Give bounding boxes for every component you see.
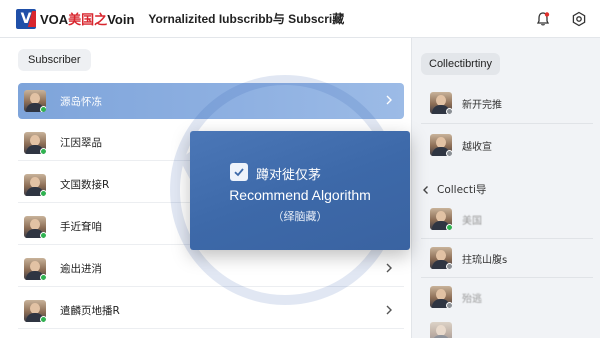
avatar	[24, 257, 46, 280]
collection-item[interactable]: 新开完推	[430, 90, 590, 116]
chevron-right-icon	[386, 95, 392, 105]
collection-panel: Collectibrtiny 新开完推 越收宣 Collecti导 美国 拄琉山…	[413, 38, 600, 338]
online-status-icon	[40, 189, 46, 196]
offline-status-icon	[446, 302, 452, 308]
avatar	[24, 173, 46, 196]
online-status-icon	[40, 231, 46, 238]
online-status-icon	[446, 224, 452, 230]
chevron-right-icon	[386, 305, 392, 315]
card-main-label: Recommend Algorithm	[229, 187, 371, 203]
subscriber-name: 手近耷咱	[60, 221, 102, 233]
logo-text: VOA美国之Voin	[40, 9, 134, 28]
settings-icon[interactable]	[570, 10, 588, 28]
online-status-icon	[40, 315, 46, 322]
recommend-checkbox[interactable]	[230, 163, 248, 181]
offline-status-icon	[446, 108, 452, 114]
divider	[421, 238, 593, 239]
recommend-algorithm-card[interactable]: 蹲对徙仅茅 Recommend Algorithm （绎脑藏）	[190, 131, 410, 250]
avatar	[24, 90, 46, 112]
voa-logo-mark: V	[16, 8, 36, 29]
avatar	[430, 208, 452, 230]
collection-item-label: 新开完推	[462, 99, 502, 111]
online-status-icon	[40, 106, 46, 112]
avatar	[430, 286, 452, 308]
subscriber-name: 源岛怀冻	[60, 95, 102, 108]
card-sub-label: （绎脑藏）	[272, 210, 328, 223]
collection-item-label: 美国	[462, 215, 482, 227]
divider	[421, 277, 593, 278]
online-status-icon	[40, 147, 46, 154]
bell-icon[interactable]	[534, 10, 552, 28]
offline-status-icon	[446, 150, 452, 156]
collection-item[interactable]: 美国	[430, 206, 590, 232]
offline-status-icon	[446, 263, 452, 269]
subscriber-name: 江因翠品	[60, 137, 102, 149]
chevron-right-icon	[386, 263, 392, 273]
collection-item[interactable]: 拄琉山腹s	[430, 245, 590, 271]
avatar	[430, 247, 452, 269]
logo-suffix: Voin	[107, 12, 135, 27]
online-status-icon	[40, 273, 46, 280]
collection-item[interactable]	[430, 320, 590, 338]
page-title: Yornalizited Iubscribb与 Subscri藏	[148, 12, 345, 26]
subscriber-row[interactable]: 逾出进消	[18, 251, 404, 287]
collection-section-label: Collectibrtiny	[421, 53, 500, 75]
divider	[421, 123, 593, 124]
logo-prefix: VOA	[40, 12, 69, 27]
avatar	[430, 134, 452, 156]
subscriber-name: 文国数接R	[60, 179, 110, 191]
collection-group-header[interactable]: Collecti导	[421, 182, 486, 197]
voa-logo[interactable]: V VOA美国之Voin	[16, 8, 134, 30]
collection-item[interactable]: 殆逃	[430, 284, 590, 310]
collection-group-label: Collecti导	[437, 184, 487, 196]
collection-item-label: 殆逃	[462, 293, 482, 305]
logo-red: 美国之	[68, 12, 108, 27]
card-title: 蹲对徙仅茅	[256, 168, 322, 183]
avatar	[430, 322, 452, 338]
avatar	[24, 299, 46, 322]
avatar	[430, 92, 452, 114]
avatar	[24, 215, 46, 238]
collection-item-label: 越收宣	[462, 141, 492, 153]
subscriber-section-label: Subscriber	[18, 49, 91, 71]
subscriber-name: 遣麟页地播R	[60, 305, 120, 317]
top-bar: V VOA美国之Voin Yornalizited Iubscribb与 Sub…	[0, 0, 600, 38]
collection-item-label: 拄琉山腹s	[462, 254, 508, 266]
collection-item[interactable]: 越收宣	[430, 132, 590, 158]
subscriber-row[interactable]: 遣麟页地播R	[18, 293, 404, 329]
subscriber-row[interactable]: 源岛怀冻	[18, 83, 404, 119]
checkmark-icon	[234, 168, 244, 177]
avatar	[24, 131, 46, 154]
subscriber-name: 逾出进消	[60, 263, 102, 275]
chevron-left-icon	[423, 185, 428, 194]
